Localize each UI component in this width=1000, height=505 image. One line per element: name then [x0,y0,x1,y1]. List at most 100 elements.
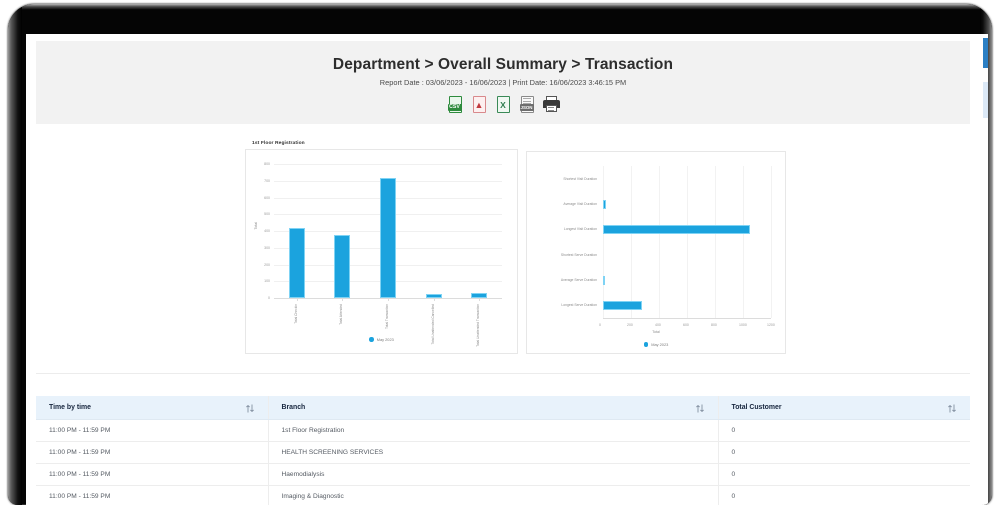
pdf-export-icon[interactable]: ▲ [471,96,488,113]
tablet-device-frame: Department > Overall Summary > Transacti… [8,4,992,505]
column-header-time-label: Time by time [49,404,91,411]
x-axis-tick-label: 1200 [767,323,775,327]
chart-2-plot-frame: 0 200 400 600 800 1000 1200 Shortest Visit Dura… [526,151,786,354]
cell-time: 11:00 PM - 11:59 PM [36,419,268,442]
print-icon[interactable] [542,96,560,113]
chart-card-durations: 0 200 400 600 800 1000 1200 Shortest Visit Dura… [526,151,786,366]
vertical-scrollbar-track[interactable] [983,34,988,505]
bezel-top-edge [8,4,992,10]
bar[interactable] [380,178,396,298]
cell-time: 11:00 PM - 11:59 PM [36,463,268,486]
chart-2-plot-area: 0 200 400 600 800 1000 1200 Shortest Visit Dura… [561,166,775,327]
chart-1-y-axis-title: Total [254,222,258,230]
x-axis-tick-label: 400 [655,323,661,327]
bar[interactable] [603,224,750,234]
chart-1-legend-label: May 2023 [376,337,394,342]
chart-1-plot-area: 0 100 200 300 400 500 600 700 800 Total Checkin To… [264,162,502,347]
bar[interactable] [603,300,643,310]
y-axis-tick-label: 100 [264,279,270,284]
csv-export-icon-label: CSV [447,104,462,111]
x-axis-tick-label: 200 [627,323,633,327]
legend-swatch-icon [369,337,374,342]
excel-export-icon[interactable]: X [495,96,512,113]
x-axis-line [603,318,771,319]
x-axis-tick-label: 600 [683,323,689,327]
chart-card-registration: 1st Floor Registration Total 0 100 200 300 4… [245,141,518,366]
sort-icon[interactable] [948,403,956,412]
column-header-total-customer-label: Total Customer [731,404,782,411]
y-axis-category-label: Longest Serve Duration [561,303,597,308]
bar[interactable] [603,275,605,285]
table-row[interactable]: 11:00 PM - 11:59 PM Imaging & Diagnostic 0 [36,485,970,505]
x-axis-tick [433,298,435,301]
page-title: Department > Overall Summary > Transacti… [332,56,674,73]
x-axis-tick-label: 1000 [739,323,747,327]
table-body: 11:00 PM - 11:59 PM 1st Floor Registratio… [36,419,970,505]
y-axis-tick-label: 600 [264,195,270,200]
report-header: Department > Overall Summary > Transacti… [36,41,970,124]
vertical-scrollbar-secondary [983,82,988,118]
gridline [743,166,744,318]
gridline [771,166,772,318]
table-row[interactable]: 11:00 PM - 11:59 PM 1st Floor Registratio… [36,419,970,442]
column-header-total-customer[interactable]: Total Customer [717,396,970,420]
y-axis-tick-label: 300 [264,245,270,250]
chart-2-x-axis-title: Total [652,330,660,334]
screen-viewport: Department > Overall Summary > Transacti… [26,34,988,505]
cell-total-customer: 0 [717,441,970,464]
column-header-branch[interactable]: Branch [267,396,718,420]
y-axis-category-label: Average Serve Duration [560,278,597,282]
chart-1-legend[interactable]: May 2023 [246,337,517,342]
x-axis-category-label: Total Checkin [293,304,298,324]
x-axis-tick-label: 0 [599,323,601,327]
chart-1-plot-frame: Total 0 100 200 300 400 500 600 700 800 Total Che… [245,149,518,354]
cell-time: 11:00 PM - 11:59 PM [36,485,268,505]
report-date-subtitle: Report Date : 03/06/2023 - 16/06/2023 | … [379,78,627,87]
y-axis-tick-label: 400 [264,229,270,233]
x-axis-tick [388,298,389,301]
y-axis-tick-label: 800 [264,162,270,166]
y-axis-tick-label: 700 [264,178,270,183]
cell-branch: 1st Floor Registration [267,419,718,442]
table-row[interactable]: 11:00 PM - 11:59 PM Haemodialysis 0 [36,463,970,486]
bar[interactable] [288,227,305,298]
vertical-scrollbar-thumb[interactable] [983,38,988,68]
json-export-icon-label: JSON [519,104,534,111]
bar[interactable] [603,199,606,209]
gridline [631,166,632,318]
column-header-time[interactable]: Time by time [36,396,268,420]
gridline [659,166,660,318]
cell-total-customer: 0 [717,485,970,505]
y-axis-category-label: Average Visit Duration [563,202,597,206]
x-axis-tick [479,298,481,301]
transaction-table: Time by time Branch Total Customer 11:00… [36,396,970,505]
chart-2-legend-label: May 2023 [651,342,669,347]
cell-total-customer: 0 [717,463,970,486]
x-axis-tick [296,298,298,301]
table-row[interactable]: 11:00 PM - 11:59 PM HEALTH SCREENING SERV… [36,441,970,464]
column-header-branch-label: Branch [281,404,306,411]
y-axis-category-label: Longest Visit Duration [563,227,597,232]
cell-time: 11:00 PM - 11:59 PM [36,441,268,464]
cell-branch: Imaging & Diagnostic [267,485,718,505]
export-toolbar: CSV ▲ X JSON [36,96,970,113]
table-header: Time by time Branch Total Customer [36,396,970,420]
excel-export-icon-label: X [500,99,506,110]
sort-icon[interactable] [245,403,254,412]
csv-export-icon[interactable]: CSV [447,96,464,113]
chart-2-legend[interactable]: May 2023 [527,342,785,347]
bezel-left-edge [8,4,22,505]
legend-swatch-icon [643,342,649,347]
gridline [603,166,604,318]
gridline [715,166,716,318]
table-header-row: Time by time Branch Total Customer [36,396,970,420]
x-axis-tick [342,298,344,301]
sort-icon[interactable] [695,403,704,412]
cell-branch: Haemodialysis [267,463,718,486]
cell-branch: HEALTH SCREENING SERVICES [267,441,718,464]
y-axis-tick-label: 500 [264,212,270,217]
charts-panel: 1st Floor Registration Total 0 100 200 300 4… [36,129,970,481]
x-axis-category-label: Total Transaction [385,304,389,329]
json-export-icon[interactable]: JSON [519,96,536,113]
bar[interactable] [334,235,351,298]
